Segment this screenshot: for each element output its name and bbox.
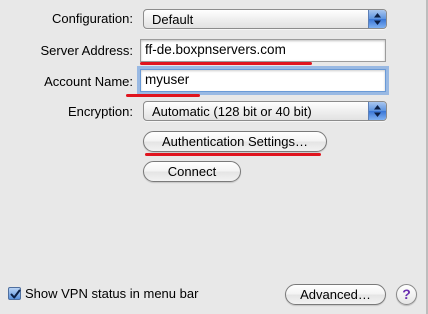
encryption-popup[interactable]: Automatic (128 bit or 40 bit) — [143, 101, 387, 121]
configuration-label: Configuration: — [52, 11, 133, 26]
advanced-button[interactable]: Advanced… — [285, 284, 386, 305]
help-button[interactable]: ? — [396, 284, 417, 305]
show-vpn-status-checkbox[interactable] — [8, 287, 21, 300]
connect-button[interactable]: Connect — [143, 161, 241, 182]
show-vpn-status-label: Show VPN status in menu bar — [25, 286, 199, 301]
popup-arrows-icon — [368, 10, 386, 28]
popup-arrows-icon — [368, 102, 386, 120]
encryption-value: Automatic (128 bit or 40 bit) — [152, 104, 312, 119]
server-address-annotation-underline — [140, 62, 312, 65]
authentication-settings-button[interactable]: Authentication Settings… — [143, 131, 327, 152]
account-name-label: Account Name: — [44, 74, 133, 89]
server-address-field[interactable] — [140, 39, 386, 62]
configuration-value: Default — [152, 12, 194, 27]
configuration-popup[interactable]: Default — [143, 9, 387, 29]
account-name-annotation-underline — [126, 94, 200, 97]
server-address-input[interactable] — [145, 42, 381, 57]
server-address-label: Server Address: — [40, 43, 134, 58]
authentication-annotation-underline — [145, 153, 321, 156]
account-name-field[interactable] — [140, 69, 386, 92]
account-name-input[interactable] — [145, 72, 381, 87]
checkmark-icon — [10, 289, 21, 299]
encryption-label: Encryption: — [67, 104, 133, 119]
